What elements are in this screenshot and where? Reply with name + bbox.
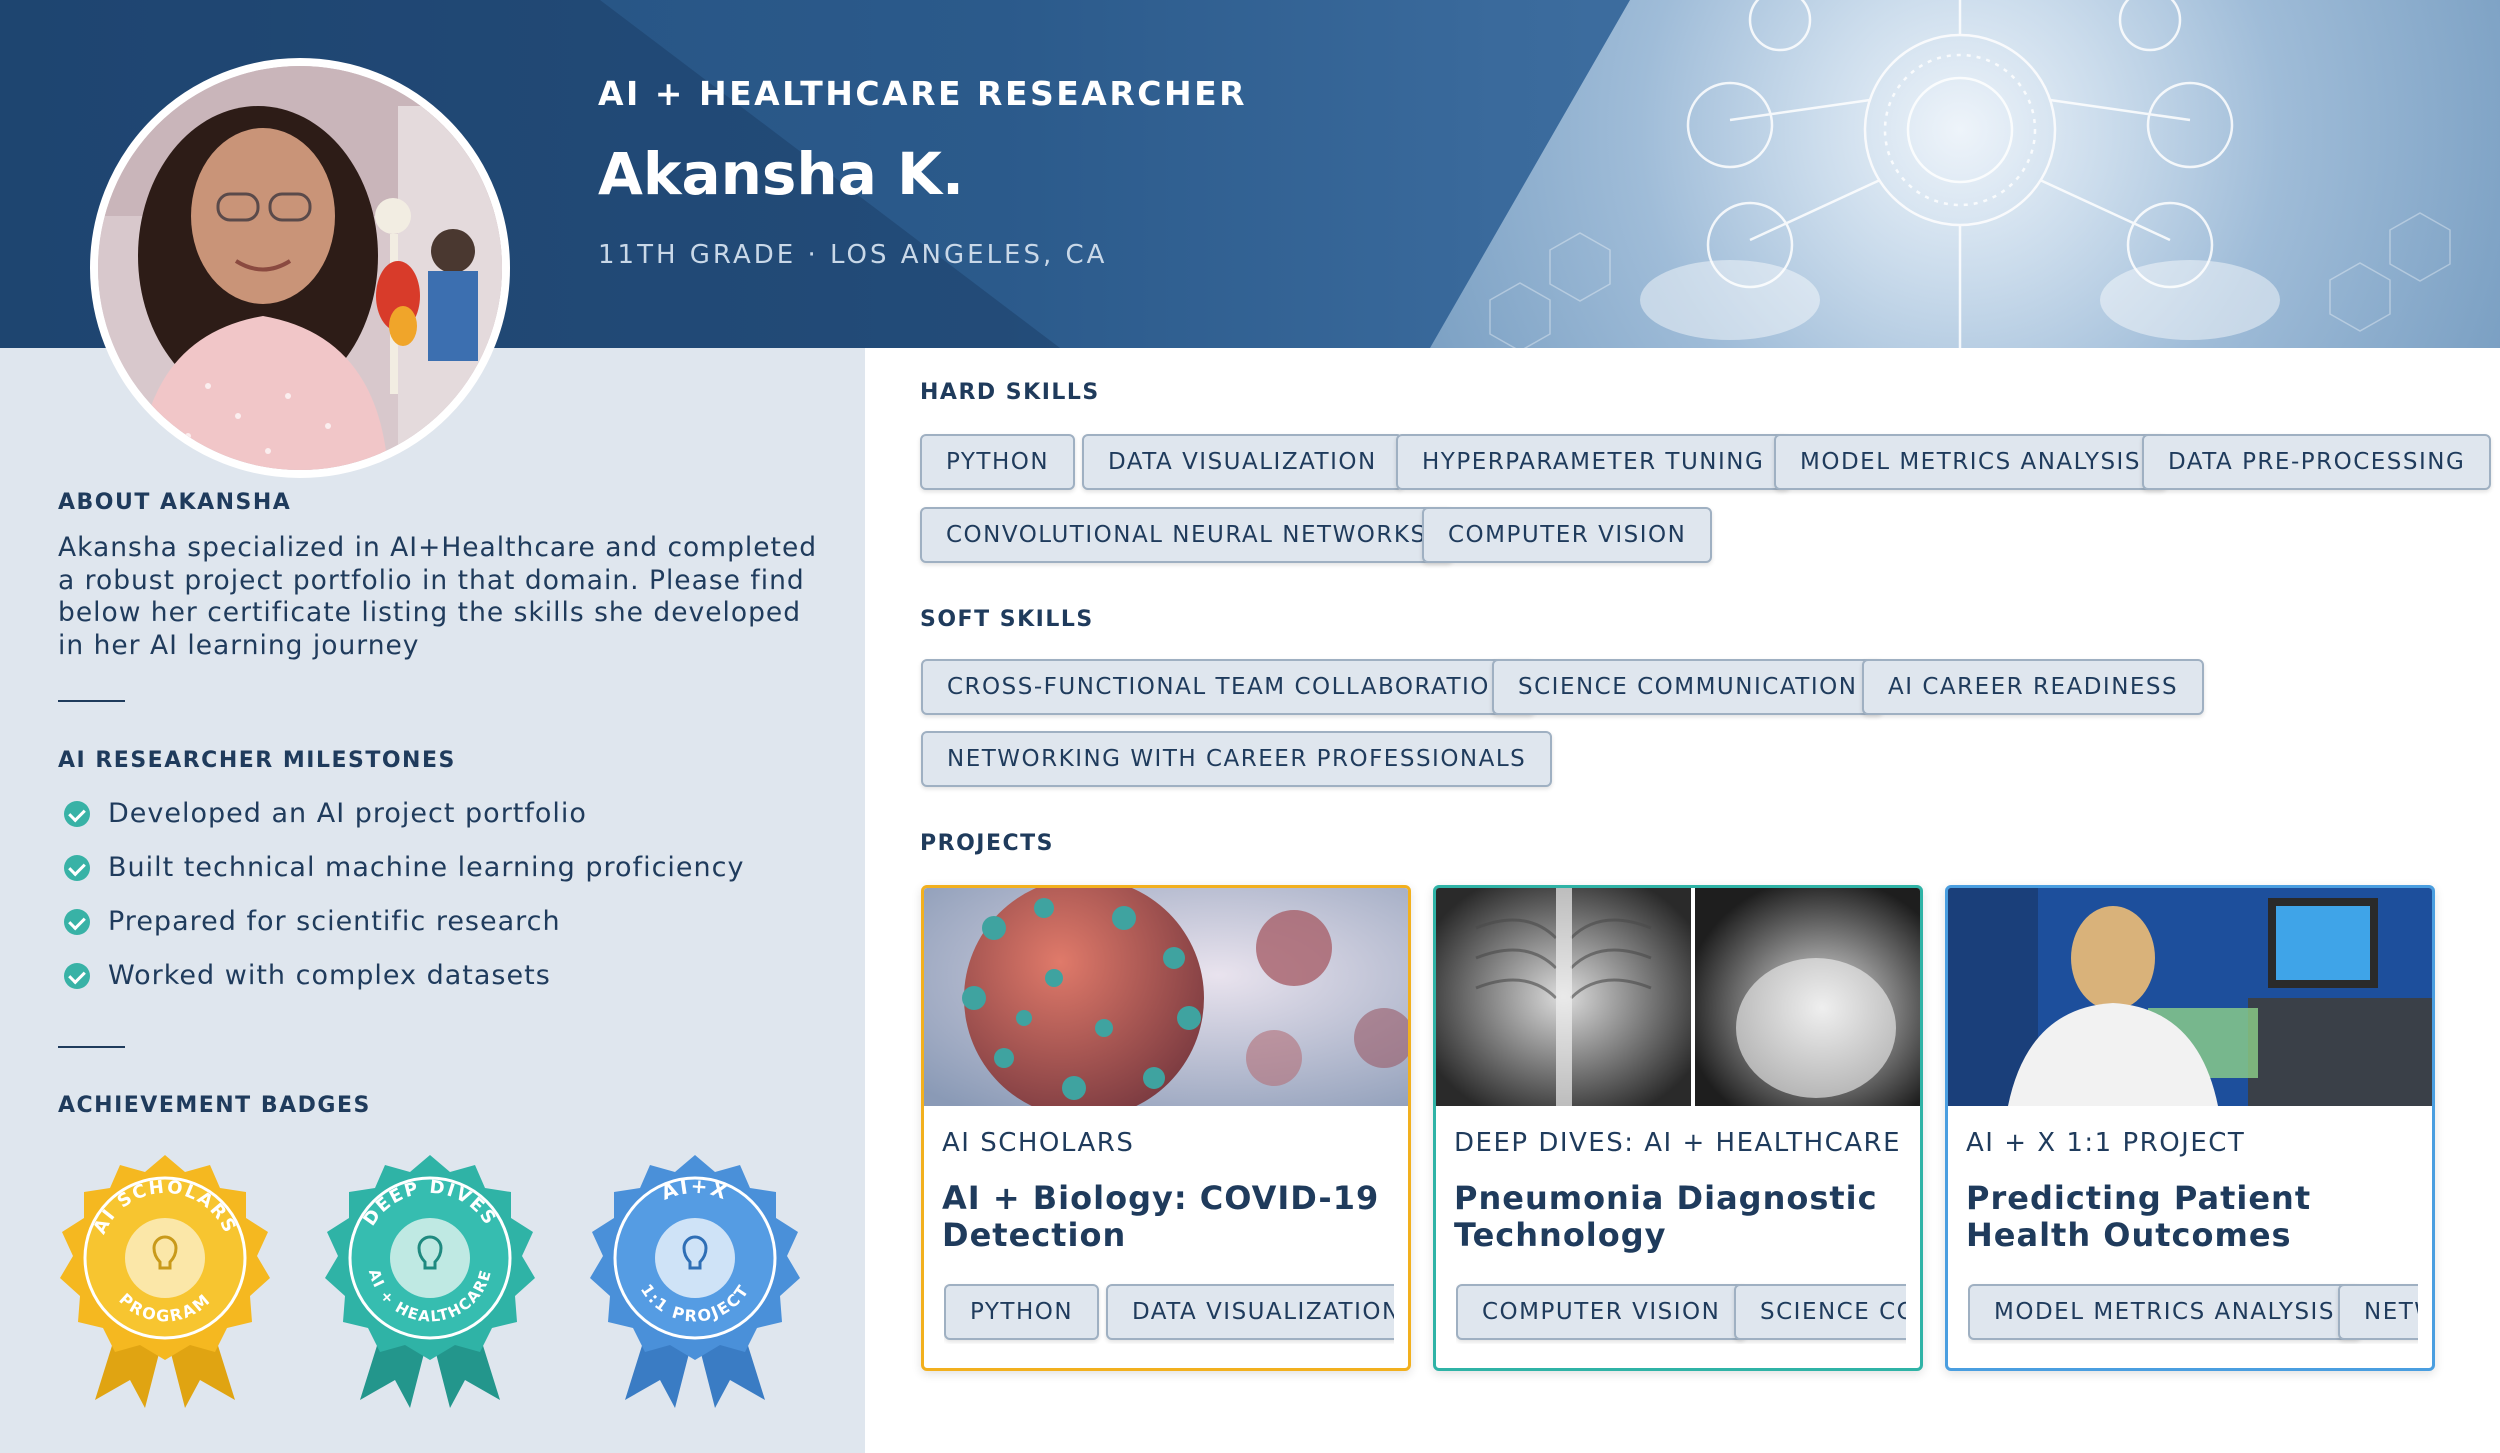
- chest-xray-image: [1436, 888, 1920, 1106]
- skill-chip: NETWORKING WITH CAREER PROFESSIONALS: [921, 731, 1553, 787]
- milestone-item: Prepared for scientific research: [64, 906, 561, 937]
- divider: [58, 1046, 125, 1048]
- skill-chip: CONVOLUTIONAL NEURAL NETWORKS: [920, 507, 1453, 563]
- project-category: AI + X 1:1 PROJECT: [1966, 1128, 2246, 1158]
- milestone-text: Built technical machine learning profici…: [108, 852, 745, 883]
- about-heading: ABOUT AKANSHA: [58, 490, 292, 515]
- skill-chip: SCIENCE COMMUNICATION: [1734, 1284, 1906, 1340]
- skill-chip: COMPUTER VISION: [1422, 507, 1713, 563]
- skill-chip: PYTHON: [920, 434, 1076, 490]
- about-text: Akansha specialized in AI+Healthcare and…: [58, 532, 818, 661]
- check-circle-icon: [64, 854, 90, 881]
- milestone-item: Developed an AI project portfolio: [64, 798, 587, 829]
- milestone-text: Developed an AI project portfolio: [108, 798, 587, 829]
- skill-chip: MODEL METRICS ANALYSIS: [1968, 1284, 2361, 1340]
- project-category: AI SCHOLARS: [942, 1128, 1135, 1158]
- skill-chip: AI CAREER READINESS: [1862, 659, 2205, 715]
- skill-chip: SCIENCE COMMUNICATION: [1492, 659, 1884, 715]
- project-card[interactable]: AI + X 1:1 PROJECT Predicting Patient He…: [1945, 885, 2435, 1371]
- skill-chip: NETWORKING WITH CAREER PROFESSIONALS: [2338, 1284, 2418, 1340]
- project-skill-list: MODEL METRICS ANALYSIS NETWORKING WITH C…: [1968, 1280, 2418, 1344]
- project-card[interactable]: AI SCHOLARS AI + Biology: COVID-19 Detec…: [921, 885, 1411, 1371]
- project-category: DEEP DIVES: AI + HEALTHCARE: [1454, 1128, 1902, 1158]
- check-circle-icon: [64, 962, 90, 989]
- project-title: Pneumonia Diagnostic Technology: [1454, 1179, 1878, 1254]
- milestone-text: Prepared for scientific research: [108, 906, 561, 937]
- skill-chip: DATA VISUALIZATION: [1106, 1284, 1394, 1340]
- project-title: Predicting Patient Health Outcomes: [1966, 1179, 2312, 1254]
- milestone-text: Worked with complex datasets: [108, 960, 551, 991]
- projects-heading: PROJECTS: [920, 831, 1054, 856]
- skill-chip: PYTHON: [944, 1284, 1100, 1340]
- ai-x-badge: AI+X 1:1 PROJECT: [580, 1150, 810, 1410]
- skill-chip: CROSS-FUNCTIONAL TEAM COLLABORATION: [921, 659, 1535, 715]
- skill-chip: COMPUTER VISION: [1456, 1284, 1747, 1340]
- project-skill-list: PYTHON DATA VISUALIZATION: [944, 1280, 1394, 1344]
- project-card[interactable]: DEEP DIVES: AI + HEALTHCARE Pneumonia Di…: [1433, 885, 1923, 1371]
- avatar: [90, 58, 510, 478]
- milestones-heading: AI RESEARCHER MILESTONES: [58, 748, 456, 773]
- project-title: AI + Biology: COVID-19 Detection: [942, 1179, 1380, 1254]
- soft-skills-heading: SOFT SKILLS: [920, 607, 1094, 632]
- divider: [58, 700, 125, 702]
- hard-skills-heading: HARD SKILLS: [920, 380, 1100, 405]
- covid-virus-image: [924, 888, 1408, 1106]
- deep-dives-badge: DEEP DIVES AI + HEALTHCARE: [315, 1150, 545, 1410]
- project-skill-list: COMPUTER VISION SCIENCE COMMUNICATION: [1456, 1280, 1906, 1344]
- grade-location: 11TH GRADE · LOS ANGELES, CA: [598, 240, 1108, 270]
- badges-heading: ACHIEVEMENT BADGES: [58, 1093, 371, 1118]
- skill-chip: HYPERPARAMETER TUNING: [1396, 434, 1791, 490]
- check-circle-icon: [64, 908, 90, 935]
- check-circle-icon: [64, 800, 90, 827]
- ai-scholars-badge: AI SCHOLARS PROGRAM: [50, 1150, 280, 1410]
- skill-chip: DATA PRE-PROCESSING: [2142, 434, 2492, 490]
- student-name: Akansha K.: [598, 140, 965, 208]
- skill-chip: DATA VISUALIZATION: [1082, 434, 1403, 490]
- lab-researcher-image: [1948, 888, 2432, 1106]
- milestone-item: Worked with complex datasets: [64, 960, 551, 991]
- milestone-item: Built technical machine learning profici…: [64, 852, 744, 883]
- role-title: AI + HEALTHCARE RESEARCHER: [598, 74, 1248, 113]
- skill-chip: MODEL METRICS ANALYSIS: [1774, 434, 2167, 490]
